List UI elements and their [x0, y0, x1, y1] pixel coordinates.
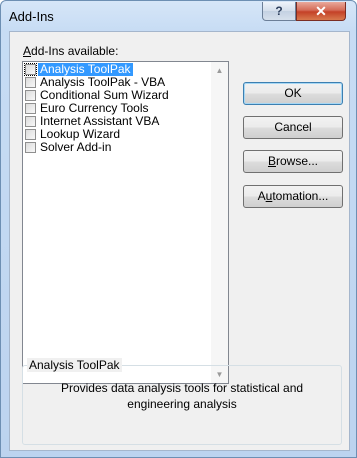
vertical-scrollbar[interactable]: ▲ ▼ — [211, 62, 228, 383]
help-button[interactable]: ? — [262, 2, 296, 21]
addin-label: Solver Add-in — [40, 140, 112, 154]
dialog-body: Add-Ins available: Analysis ToolPak Analy… — [9, 31, 350, 451]
button-label: A — [257, 189, 266, 203]
label-text: dd-Ins available: — [31, 44, 119, 58]
button-label: rowse... — [276, 154, 319, 168]
addins-listbox[interactable]: Analysis ToolPak Analysis ToolPak - VBA Co… — [22, 61, 229, 384]
button-label: tomation... — [272, 189, 329, 203]
addin-checkbox[interactable] — [25, 129, 36, 140]
description-title: Analysis ToolPak — [27, 358, 122, 372]
addin-checkbox[interactable] — [25, 142, 36, 153]
addin-checkbox[interactable] — [25, 116, 36, 127]
cancel-button[interactable]: Cancel — [243, 116, 343, 139]
access-key: A — [23, 44, 32, 58]
addin-list-item[interactable]: Solver Add-in — [23, 141, 211, 154]
addin-checkbox[interactable] — [25, 77, 36, 88]
addin-checkbox[interactable] — [25, 90, 36, 101]
addins-list: Analysis ToolPak Analysis ToolPak - VBA Co… — [23, 63, 211, 154]
description-text: Provides data analysis tools for statist… — [60, 381, 304, 411]
browse-button[interactable]: Browse... — [243, 150, 343, 173]
title-bar[interactable]: Add-Ins ? ✕ — [1, 1, 356, 31]
addin-checkbox[interactable] — [25, 103, 36, 114]
close-icon: ✕ — [315, 3, 327, 19]
scroll-up-arrow-icon[interactable]: ▲ — [211, 62, 228, 79]
ok-button[interactable]: OK — [243, 82, 343, 105]
close-button[interactable]: ✕ — [296, 2, 346, 21]
description-group: Analysis ToolPak Provides data analysis … — [22, 358, 342, 445]
question-mark-icon: ? — [275, 4, 283, 18]
addins-available-label: Add-Ins available: — [23, 44, 118, 58]
automation-button[interactable]: Automation... — [243, 185, 343, 208]
addins-dialog: Add-Ins ? ✕ Add-Ins available: Analysis … — [0, 0, 357, 458]
addin-checkbox[interactable] — [24, 63, 37, 76]
window-title: Add-Ins — [9, 9, 54, 24]
access-key: B — [267, 154, 276, 168]
